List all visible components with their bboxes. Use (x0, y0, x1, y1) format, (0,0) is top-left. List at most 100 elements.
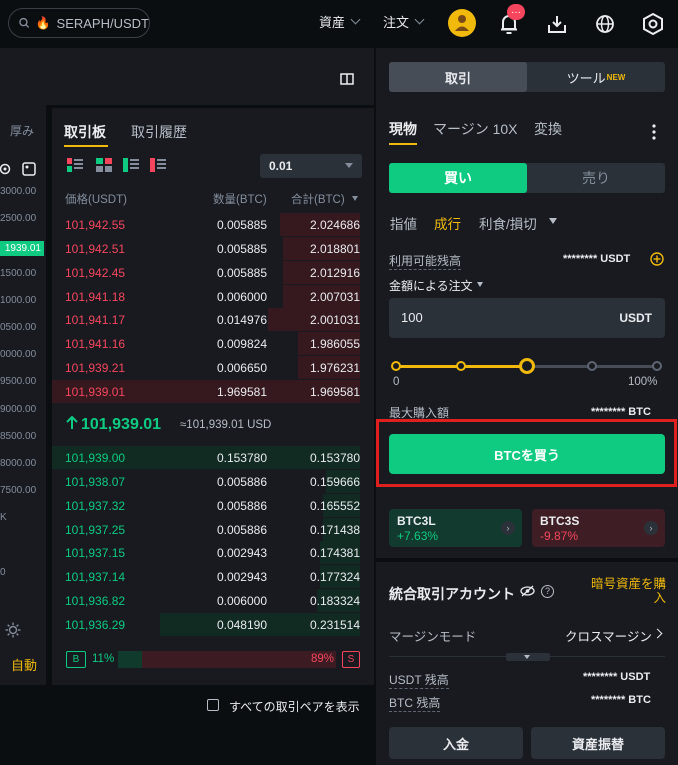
amount-slider-thumb[interactable] (518, 358, 535, 374)
search-box[interactable]: 🔥 SERAPH/USDT (8, 8, 150, 38)
hide-balance-icon[interactable] (520, 585, 535, 600)
view-both-icon[interactable] (67, 158, 83, 175)
caret-down-icon (477, 282, 483, 287)
show-all-pairs-checkbox[interactable] (207, 699, 219, 711)
bid-price: 101,936.29 (65, 617, 126, 632)
amount-mode-select[interactable]: 金額による注文 (389, 277, 473, 294)
download-button[interactable] (544, 11, 570, 37)
show-all-pairs-label[interactable]: すべての取引ペアを表示 (229, 698, 360, 715)
depth-tab[interactable]: 厚み (10, 122, 34, 139)
avatar[interactable] (448, 9, 476, 37)
bid-total: 0.183324 (309, 594, 360, 609)
amount-input[interactable]: 100 (401, 310, 423, 325)
bid-row[interactable]: 101,936.29 0.048190 0.231514 (52, 612, 374, 636)
search-input[interactable]: SERAPH/USDT (57, 16, 149, 31)
bid-row[interactable]: 101,937.14 0.002943 0.177324 (52, 565, 374, 589)
ask-qty: 0.014976 (216, 313, 267, 328)
view-asks-icon[interactable] (150, 158, 166, 175)
tab-orderbook[interactable]: 取引板 (64, 122, 106, 142)
collapse-handle[interactable] (506, 653, 550, 661)
leveraged-token-short[interactable]: BTC3S -9.87% › (532, 509, 665, 547)
bid-total: 0.231514 (309, 617, 360, 632)
price-axis-tick: 3000.00 (0, 186, 37, 197)
leveraged-token-long[interactable]: BTC3L +7.63% › (389, 509, 522, 547)
ratio-bar (118, 651, 336, 668)
view-bids-icon[interactable] (123, 158, 139, 175)
ask-row[interactable]: 101,941.17 0.014976 2.001031 (52, 308, 374, 332)
tab-margin[interactable]: マージン 10X (433, 119, 518, 139)
ask-row[interactable]: 101,942.51 0.005885 2.018801 (52, 236, 374, 260)
bid-qty: 0.002943 (216, 570, 267, 585)
slider-mark[interactable] (391, 361, 401, 371)
ask-price: 101,941.17 (65, 313, 126, 328)
bid-price: 101,937.32 (65, 498, 126, 513)
ask-price: 101,939.01 (65, 384, 126, 399)
tab-trade[interactable]: 取引 (389, 62, 527, 92)
tab-convert[interactable]: 変換 (534, 119, 562, 139)
sun-icon[interactable] (5, 622, 21, 641)
amount-unit: USDT (619, 311, 652, 325)
margin-mode-value[interactable]: クロスマージン (565, 626, 652, 645)
col-total-header[interactable]: 合計(BTC) (291, 191, 345, 207)
bid-qty: 0.005886 (216, 522, 267, 537)
order-type-tpsl[interactable]: 利食/損切 (479, 213, 537, 233)
buy-btc-button[interactable]: BTCを買う (389, 434, 665, 474)
ask-qty: 0.005885 (216, 241, 267, 256)
ask-qty: 0.006650 (216, 361, 267, 376)
amount-field[interactable]: 100 USDT (389, 298, 665, 338)
menu-orders[interactable]: 注文 (383, 12, 425, 31)
bid-row[interactable]: 101,939.00 0.153780 0.153780 (52, 446, 374, 469)
bid-row[interactable]: 101,938.07 0.005886 0.159666 (52, 469, 374, 493)
download-icon (548, 16, 566, 33)
bid-row[interactable]: 101,937.25 0.005886 0.171438 (52, 517, 374, 541)
bid-total: 0.159666 (309, 474, 360, 489)
price-axis-tick: 1000.00 (0, 294, 37, 306)
tab-tools-label: ツール (566, 70, 606, 86)
tab-trade-history[interactable]: 取引履歴 (131, 122, 187, 142)
more-options-icon[interactable] (652, 124, 656, 143)
ask-row[interactable]: 101,941.18 0.006000 2.007031 (52, 284, 374, 308)
settings-button[interactable] (640, 11, 666, 37)
search-icon (19, 17, 30, 28)
chart-settings-icon[interactable] (0, 162, 14, 179)
tab-spot[interactable]: 現物 (389, 119, 417, 139)
usdt-balance-label[interactable]: USDT 残高 (389, 671, 449, 689)
sell-tab[interactable]: 売り (527, 163, 665, 193)
bid-price: 101,937.15 (65, 546, 126, 561)
menu-assets[interactable]: 資産 (319, 12, 361, 31)
bid-row[interactable]: 101,937.32 0.005886 0.165552 (52, 493, 374, 517)
auto-scale-toggle[interactable]: 自動 (11, 655, 37, 674)
ask-row[interactable]: 101,942.55 0.005885 2.024686 (52, 213, 374, 236)
bid-row[interactable]: 101,936.82 0.006000 0.183324 (52, 589, 374, 613)
tab-active-indicator (64, 145, 108, 147)
help-icon[interactable]: ? (541, 585, 554, 598)
ask-qty: 1.969581 (216, 384, 267, 399)
caret-down-icon (345, 163, 353, 168)
ask-row[interactable]: 101,942.45 0.005885 2.012916 (52, 260, 374, 284)
deposit-button[interactable]: 入金 (389, 727, 523, 759)
buy-crypto-link[interactable]: 暗号資産を購入 (590, 577, 666, 605)
transfer-button[interactable]: 資産振替 (531, 727, 665, 759)
slider-mark[interactable] (652, 361, 662, 371)
ask-price: 101,942.55 (65, 218, 126, 232)
precision-select[interactable]: 0.01 (260, 154, 362, 178)
layout-toggle-button[interactable] (338, 70, 356, 88)
slider-mark[interactable] (586, 361, 597, 371)
order-type-limit[interactable]: 指値 (390, 213, 417, 233)
ask-row[interactable]: 101,941.16 0.009824 1.986055 (52, 332, 374, 356)
bid-row[interactable]: 101,937.15 0.002943 0.174381 (52, 541, 374, 565)
available-balance-label[interactable]: 利用可能残高 (389, 252, 462, 270)
btc-balance-label[interactable]: BTC 残高 (389, 694, 441, 712)
bid-qty: 0.002943 (216, 546, 267, 561)
buy-tab[interactable]: 買い (389, 163, 527, 193)
screenshot-icon[interactable] (22, 162, 36, 179)
add-funds-icon[interactable] (650, 252, 664, 269)
tab-tools[interactable]: ツール NEW (527, 62, 665, 92)
menu-assets-label: 資産 (319, 15, 346, 30)
ask-row[interactable]: 101,939.01 1.969581 1.969581 (52, 379, 374, 403)
order-type-market[interactable]: 成行 (434, 213, 461, 233)
ask-row[interactable]: 101,939.21 0.006650 1.976231 (52, 356, 374, 380)
view-split-icon[interactable] (96, 158, 112, 175)
price-axis-tick: 7500.00 (0, 485, 37, 497)
language-button[interactable] (592, 11, 618, 37)
